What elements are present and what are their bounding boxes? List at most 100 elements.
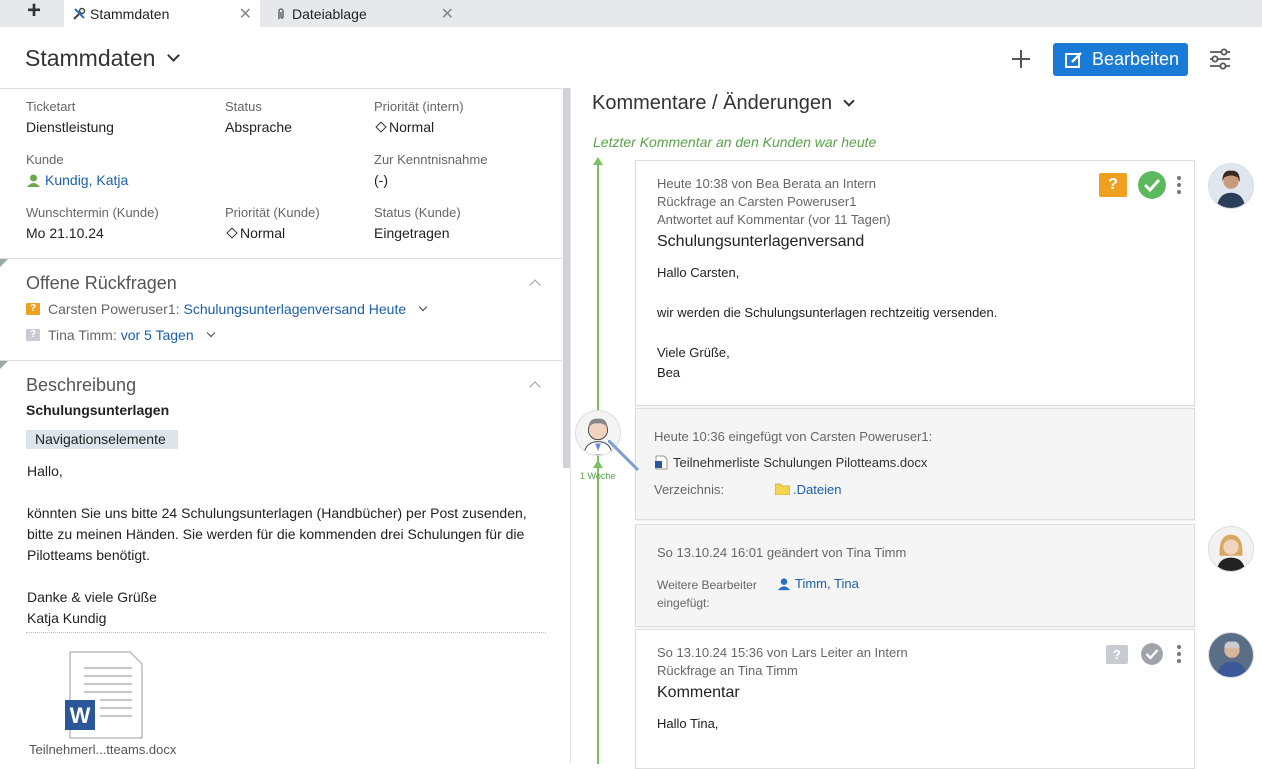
check-circle-icon[interactable] — [1141, 643, 1163, 665]
new-tab-button[interactable]: + — [20, 0, 48, 24]
directory-row: Verzeichnis: .Dateien — [654, 482, 1194, 497]
body-line: Bea — [657, 365, 681, 380]
comment-body: Hallo Tina, — [657, 714, 1194, 734]
divider — [26, 632, 546, 633]
folder-icon — [775, 483, 790, 495]
section-title-beschreibung: Beschreibung — [26, 375, 137, 395]
page-title[interactable]: Stammdaten — [25, 45, 181, 72]
question-author: Tina Timm: — [48, 327, 117, 343]
priority-diamond-icon — [375, 121, 387, 133]
question-author: Carsten Poweruser1: — [48, 301, 180, 317]
description-line: Pilotteams benötigt. — [27, 547, 150, 563]
add-icon[interactable] — [1008, 46, 1034, 72]
chevron-down-icon — [167, 49, 181, 62]
avatar — [1208, 163, 1254, 209]
field-value: Dienstleistung — [26, 119, 114, 135]
close-icon[interactable]: ✕ — [239, 4, 252, 24]
user-icon — [27, 174, 40, 187]
attachment-card: Heute 10:36 eingefügt von Carsten Poweru… — [635, 408, 1195, 520]
section-corner — [0, 361, 8, 369]
section-divider — [0, 258, 562, 259]
collapse-icon[interactable] — [529, 381, 541, 393]
comment-title: Schulungsunterlagenversand — [657, 233, 865, 250]
description-line: Katja Kundig — [27, 610, 107, 626]
tab-bar: + Stammdaten ✕ Dateiablage ✕ — [0, 0, 1262, 27]
user-icon — [777, 578, 791, 591]
field-label: Status — [225, 99, 262, 114]
tab-stammdaten[interactable]: Stammdaten ✕ — [64, 0, 260, 27]
svg-text:W: W — [70, 703, 91, 728]
section-corner — [0, 259, 8, 267]
question-link[interactable]: vor 5 Tagen — [121, 327, 194, 343]
meta-line: Antwortet auf Kommentar (vor 11 Tagen) — [657, 212, 891, 227]
body-line: Hallo Tina, — [657, 716, 719, 731]
description-line: Danke & viele Grüße — [27, 589, 157, 605]
timeline-arrow — [593, 157, 603, 165]
field-label: Zur Kenntnisnahme — [374, 152, 488, 167]
timeline-arrow — [593, 460, 603, 468]
directory-label: Verzeichnis: — [654, 482, 725, 497]
attachment-meta: Heute 10:36 eingefügt von Carsten Poweru… — [654, 429, 933, 444]
more-menu-icon[interactable] — [1177, 645, 1181, 663]
tab-label: Dateiablage — [292, 5, 367, 22]
attachment-filename[interactable]: Teilnehmerl...tteams.docx — [29, 742, 176, 757]
change-label: Weitere Bearbeiter eingefügt: — [657, 578, 757, 610]
tab-dateiablage[interactable]: Dateiablage ✕ — [266, 0, 462, 27]
tools-icon — [73, 7, 86, 20]
tab-label: Stammdaten — [90, 5, 170, 22]
description-heading: Schulungsunterlagen — [26, 402, 170, 418]
timeline-connector — [608, 440, 640, 472]
comment-title: Kommentar — [657, 684, 740, 701]
question-link[interactable]: Schulungsunterlagenversand Heute — [184, 301, 407, 317]
field-label: Kunde — [26, 152, 64, 167]
description-line — [27, 482, 547, 503]
check-circle-icon[interactable] — [1138, 171, 1166, 199]
change-card: So 13.10.24 16:01 geändert von Tina Timm… — [635, 524, 1195, 627]
field-label: Ticketart — [26, 99, 76, 114]
field-wunschtermin: Wunschtermin (Kunde) Mo 21.10.24 — [26, 205, 159, 241]
edit-icon — [1065, 51, 1082, 68]
field-value: (-) — [374, 172, 388, 188]
customer-name: Kundig, Katja — [45, 172, 129, 188]
edit-button[interactable]: Bearbeiten — [1053, 43, 1188, 76]
field-priority-internal: Priorität (intern) Normal — [374, 99, 464, 135]
customer-link[interactable]: Kundig, Katja — [26, 172, 128, 188]
chevron-down-icon[interactable] — [206, 328, 215, 338]
field-status: Status Absprache — [225, 99, 292, 135]
paperclip-icon — [278, 7, 284, 19]
chevron-down-icon[interactable] — [418, 302, 428, 312]
word-document-icon[interactable]: W — [64, 650, 144, 742]
settings-sliders-icon[interactable] — [1208, 47, 1232, 71]
meta-line: Rückfrage an Tina Timm — [657, 663, 798, 678]
field-label: Status (Kunde) — [374, 205, 461, 220]
question-icon[interactable]: ? — [1099, 173, 1127, 197]
close-icon[interactable]: ✕ — [441, 4, 454, 24]
page-title-text: Stammdaten — [25, 45, 156, 71]
section-divider — [0, 360, 562, 361]
field-status-customer: Status (Kunde) Eingetragen — [374, 205, 461, 241]
body-line: Viele Grüße, — [657, 345, 730, 360]
avatar — [1208, 632, 1254, 678]
description-line — [27, 566, 547, 587]
chevron-down-icon — [843, 94, 855, 107]
field-kunde: Kunde Kundig, Katja — [26, 152, 128, 188]
field-value: Eingetragen — [374, 225, 450, 241]
comments-title[interactable]: Kommentare / Änderungen — [592, 92, 855, 115]
field-value: Mo 21.10.24 — [26, 225, 104, 241]
field-priority-customer: Priorität (Kunde) Normal — [225, 205, 320, 241]
description-line: Hallo, — [27, 463, 63, 479]
priority-diamond-icon — [226, 227, 238, 239]
question-item: ? Carsten Poweruser1: Schulungsunterlage… — [26, 301, 428, 317]
field-value: Normal — [374, 119, 464, 135]
priority-value: Normal — [240, 225, 286, 241]
more-menu-icon[interactable] — [1177, 176, 1181, 194]
panel-divider — [570, 88, 571, 764]
attachment-file[interactable]: Teilnehmerliste Schulungen Pilotteams.do… — [654, 455, 1194, 470]
question-icon[interactable]: ? — [1106, 645, 1128, 664]
section-title-rueckfragen: Offene Rückfragen — [26, 273, 177, 293]
collapse-icon[interactable] — [529, 279, 541, 291]
directory-link[interactable]: .Dateien — [793, 482, 841, 497]
change-user-link[interactable]: Timm, Tina — [795, 576, 859, 612]
field-ticketart: Ticketart Dienstleistung — [26, 99, 114, 135]
comment-body: Hallo Carsten, wir werden die Schulungsu… — [657, 263, 1194, 383]
